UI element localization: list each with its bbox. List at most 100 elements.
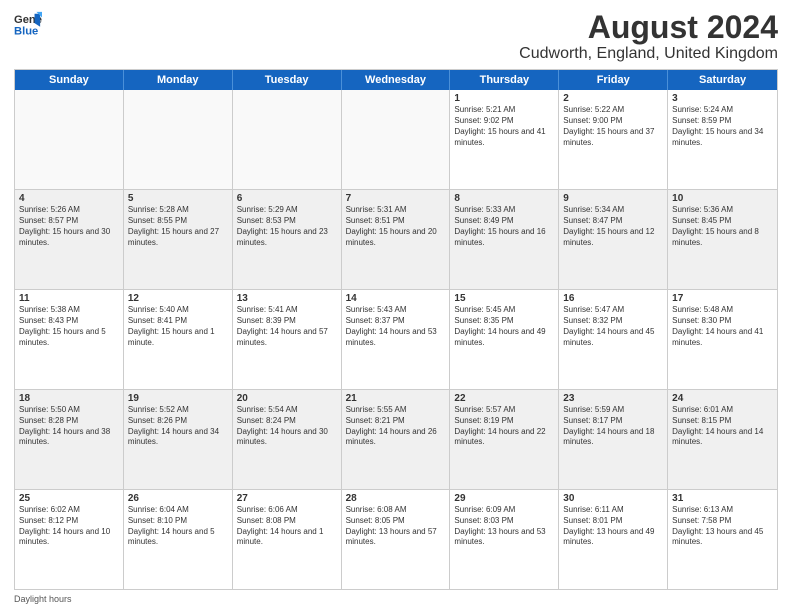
day-info: Sunrise: 5:59 AMSunset: 8:17 PMDaylight:… <box>563 405 663 448</box>
weekday-header: Friday <box>559 70 668 90</box>
day-number: 2 <box>563 93 663 104</box>
day-number: 7 <box>346 193 446 204</box>
day-info: Sunrise: 5:50 AMSunset: 8:28 PMDaylight:… <box>19 405 119 448</box>
weekday-header: Tuesday <box>233 70 342 90</box>
title-area: August 2024 Cudworth, England, United Ki… <box>519 10 778 63</box>
calendar-row: 11Sunrise: 5:38 AMSunset: 8:43 PMDayligh… <box>15 290 777 390</box>
calendar-cell: 16Sunrise: 5:47 AMSunset: 8:32 PMDayligh… <box>559 290 668 389</box>
calendar-body: 1Sunrise: 5:21 AMSunset: 9:02 PMDaylight… <box>15 90 777 589</box>
calendar-cell: 7Sunrise: 5:31 AMSunset: 8:51 PMDaylight… <box>342 190 451 289</box>
day-number: 15 <box>454 293 554 304</box>
calendar-cell <box>233 90 342 189</box>
day-number: 1 <box>454 93 554 104</box>
weekday-header: Saturday <box>668 70 777 90</box>
day-number: 9 <box>563 193 663 204</box>
weekday-header: Monday <box>124 70 233 90</box>
day-number: 8 <box>454 193 554 204</box>
day-info: Sunrise: 5:28 AMSunset: 8:55 PMDaylight:… <box>128 205 228 248</box>
calendar-cell: 19Sunrise: 5:52 AMSunset: 8:26 PMDayligh… <box>124 390 233 489</box>
calendar-cell: 17Sunrise: 5:48 AMSunset: 8:30 PMDayligh… <box>668 290 777 389</box>
calendar-cell: 10Sunrise: 5:36 AMSunset: 8:45 PMDayligh… <box>668 190 777 289</box>
calendar-cell: 13Sunrise: 5:41 AMSunset: 8:39 PMDayligh… <box>233 290 342 389</box>
day-number: 11 <box>19 293 119 304</box>
calendar-cell: 6Sunrise: 5:29 AMSunset: 8:53 PMDaylight… <box>233 190 342 289</box>
weekday-header: Thursday <box>450 70 559 90</box>
day-number: 25 <box>19 493 119 504</box>
svg-text:Blue: Blue <box>14 25 38 37</box>
day-info: Sunrise: 5:43 AMSunset: 8:37 PMDaylight:… <box>346 305 446 348</box>
calendar-header: SundayMondayTuesdayWednesdayThursdayFrid… <box>15 70 777 90</box>
day-number: 18 <box>19 393 119 404</box>
calendar-cell: 15Sunrise: 5:45 AMSunset: 8:35 PMDayligh… <box>450 290 559 389</box>
day-number: 16 <box>563 293 663 304</box>
calendar-cell: 29Sunrise: 6:09 AMSunset: 8:03 PMDayligh… <box>450 490 559 589</box>
day-info: Sunrise: 6:01 AMSunset: 8:15 PMDaylight:… <box>672 405 773 448</box>
day-info: Sunrise: 6:11 AMSunset: 8:01 PMDaylight:… <box>563 505 663 548</box>
day-info: Sunrise: 6:04 AMSunset: 8:10 PMDaylight:… <box>128 505 228 548</box>
day-info: Sunrise: 6:09 AMSunset: 8:03 PMDaylight:… <box>454 505 554 548</box>
calendar-cell: 20Sunrise: 5:54 AMSunset: 8:24 PMDayligh… <box>233 390 342 489</box>
day-number: 27 <box>237 493 337 504</box>
day-info: Sunrise: 6:13 AMSunset: 7:58 PMDaylight:… <box>672 505 773 548</box>
logo: General Blue <box>14 10 44 38</box>
calendar-cell: 24Sunrise: 6:01 AMSunset: 8:15 PMDayligh… <box>668 390 777 489</box>
day-info: Sunrise: 5:47 AMSunset: 8:32 PMDaylight:… <box>563 305 663 348</box>
day-number: 26 <box>128 493 228 504</box>
day-info: Sunrise: 5:54 AMSunset: 8:24 PMDaylight:… <box>237 405 337 448</box>
calendar-cell: 26Sunrise: 6:04 AMSunset: 8:10 PMDayligh… <box>124 490 233 589</box>
calendar-cell: 1Sunrise: 5:21 AMSunset: 9:02 PMDaylight… <box>450 90 559 189</box>
footer: Daylight hours <box>14 594 778 604</box>
day-number: 12 <box>128 293 228 304</box>
calendar-subtitle: Cudworth, England, United Kingdom <box>519 45 778 63</box>
day-info: Sunrise: 5:29 AMSunset: 8:53 PMDaylight:… <box>237 205 337 248</box>
day-info: Sunrise: 5:36 AMSunset: 8:45 PMDaylight:… <box>672 205 773 248</box>
day-number: 23 <box>563 393 663 404</box>
calendar-cell: 8Sunrise: 5:33 AMSunset: 8:49 PMDaylight… <box>450 190 559 289</box>
day-info: Sunrise: 5:31 AMSunset: 8:51 PMDaylight:… <box>346 205 446 248</box>
day-number: 6 <box>237 193 337 204</box>
day-info: Sunrise: 5:41 AMSunset: 8:39 PMDaylight:… <box>237 305 337 348</box>
day-number: 31 <box>672 493 773 504</box>
day-info: Sunrise: 6:02 AMSunset: 8:12 PMDaylight:… <box>19 505 119 548</box>
calendar-cell: 22Sunrise: 5:57 AMSunset: 8:19 PMDayligh… <box>450 390 559 489</box>
calendar-cell: 9Sunrise: 5:34 AMSunset: 8:47 PMDaylight… <box>559 190 668 289</box>
day-number: 22 <box>454 393 554 404</box>
day-info: Sunrise: 6:08 AMSunset: 8:05 PMDaylight:… <box>346 505 446 548</box>
day-info: Sunrise: 5:52 AMSunset: 8:26 PMDaylight:… <box>128 405 228 448</box>
calendar-row: 1Sunrise: 5:21 AMSunset: 9:02 PMDaylight… <box>15 90 777 190</box>
day-number: 30 <box>563 493 663 504</box>
header: General Blue August 2024 Cudworth, Engla… <box>14 10 778 63</box>
day-number: 5 <box>128 193 228 204</box>
day-number: 3 <box>672 93 773 104</box>
day-number: 17 <box>672 293 773 304</box>
calendar-cell: 14Sunrise: 5:43 AMSunset: 8:37 PMDayligh… <box>342 290 451 389</box>
day-info: Sunrise: 5:48 AMSunset: 8:30 PMDaylight:… <box>672 305 773 348</box>
calendar-cell: 21Sunrise: 5:55 AMSunset: 8:21 PMDayligh… <box>342 390 451 489</box>
calendar-cell: 2Sunrise: 5:22 AMSunset: 9:00 PMDaylight… <box>559 90 668 189</box>
calendar-row: 4Sunrise: 5:26 AMSunset: 8:57 PMDaylight… <box>15 190 777 290</box>
calendar-cell: 3Sunrise: 5:24 AMSunset: 8:59 PMDaylight… <box>668 90 777 189</box>
calendar-cell: 27Sunrise: 6:06 AMSunset: 8:08 PMDayligh… <box>233 490 342 589</box>
calendar-cell <box>342 90 451 189</box>
day-info: Sunrise: 5:24 AMSunset: 8:59 PMDaylight:… <box>672 105 773 148</box>
calendar-cell: 25Sunrise: 6:02 AMSunset: 8:12 PMDayligh… <box>15 490 124 589</box>
day-number: 20 <box>237 393 337 404</box>
day-number: 24 <box>672 393 773 404</box>
calendar-row: 25Sunrise: 6:02 AMSunset: 8:12 PMDayligh… <box>15 490 777 589</box>
calendar-cell: 5Sunrise: 5:28 AMSunset: 8:55 PMDaylight… <box>124 190 233 289</box>
day-info: Sunrise: 5:55 AMSunset: 8:21 PMDaylight:… <box>346 405 446 448</box>
calendar-cell: 31Sunrise: 6:13 AMSunset: 7:58 PMDayligh… <box>668 490 777 589</box>
day-info: Sunrise: 5:38 AMSunset: 8:43 PMDaylight:… <box>19 305 119 348</box>
day-info: Sunrise: 5:34 AMSunset: 8:47 PMDaylight:… <box>563 205 663 248</box>
calendar-cell: 4Sunrise: 5:26 AMSunset: 8:57 PMDaylight… <box>15 190 124 289</box>
calendar-cell: 23Sunrise: 5:59 AMSunset: 8:17 PMDayligh… <box>559 390 668 489</box>
day-info: Sunrise: 5:45 AMSunset: 8:35 PMDaylight:… <box>454 305 554 348</box>
day-number: 28 <box>346 493 446 504</box>
calendar: SundayMondayTuesdayWednesdayThursdayFrid… <box>14 69 778 590</box>
day-info: Sunrise: 5:26 AMSunset: 8:57 PMDaylight:… <box>19 205 119 248</box>
calendar-cell: 30Sunrise: 6:11 AMSunset: 8:01 PMDayligh… <box>559 490 668 589</box>
calendar-title: August 2024 <box>519 10 778 45</box>
day-info: Sunrise: 6:06 AMSunset: 8:08 PMDaylight:… <box>237 505 337 548</box>
day-number: 4 <box>19 193 119 204</box>
calendar-cell: 12Sunrise: 5:40 AMSunset: 8:41 PMDayligh… <box>124 290 233 389</box>
